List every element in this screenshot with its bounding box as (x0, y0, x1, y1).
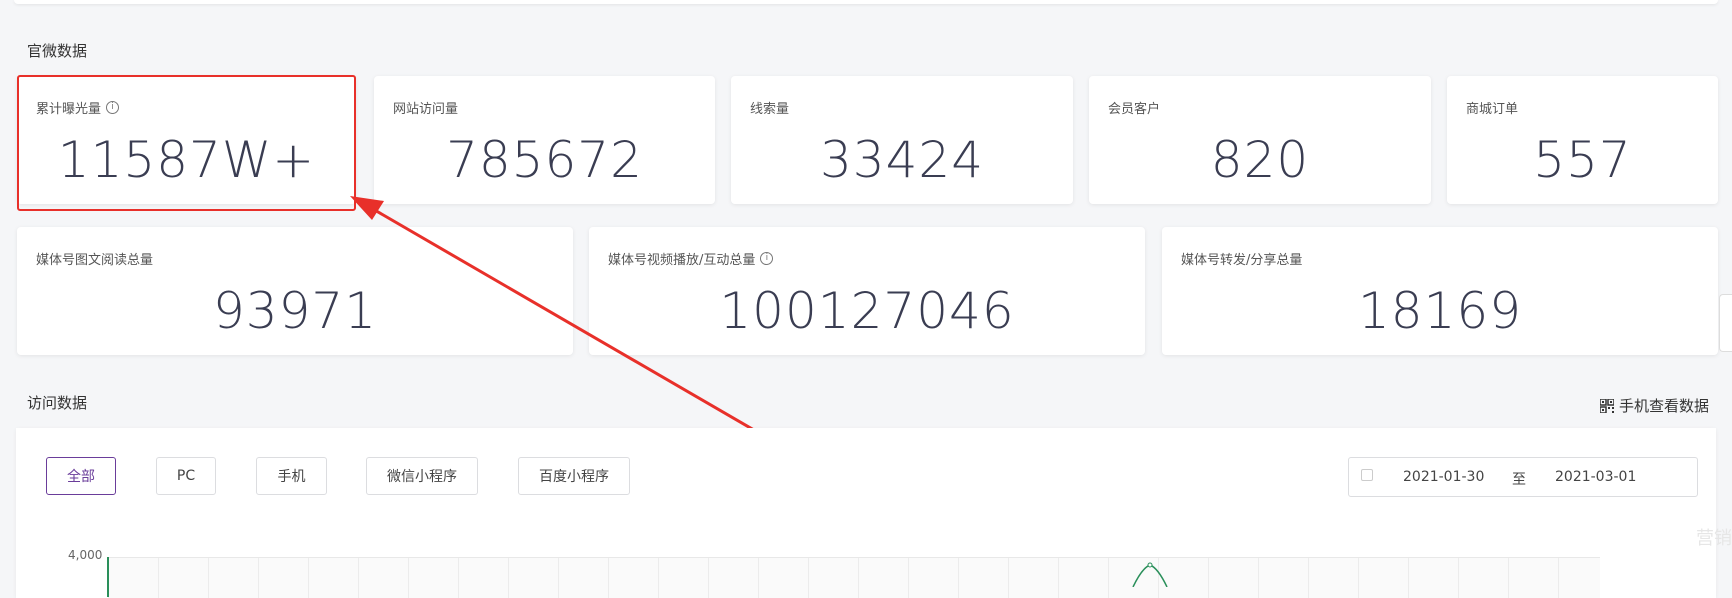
mobile-view-link[interactable]: 手机查看数据 (1599, 395, 1709, 416)
watermark-text: 营销 (1696, 528, 1732, 549)
filter-wechat-miniprogram-button[interactable]: 微信小程序 (366, 457, 478, 495)
date-separator: 至 (1512, 472, 1526, 488)
date-end-input[interactable]: 2021-03-01 (1555, 469, 1636, 485)
calendar-icon (1361, 469, 1373, 481)
visits-chart-grid (108, 557, 1600, 598)
mobile-view-label: 手机查看数据 (1618, 397, 1709, 415)
chart-series-line (1132, 562, 1168, 587)
date-range-picker[interactable]: 2021-01-30 至 2021-03-01 (1348, 457, 1698, 497)
filter-mobile-button[interactable]: 手机 (256, 457, 327, 495)
qr-code-icon (1599, 398, 1614, 413)
chart-y-tick-label: 4,000 (68, 548, 103, 562)
chart-y-axis-line (107, 557, 109, 597)
filter-pc-button[interactable]: PC (156, 457, 216, 495)
filter-all-button[interactable]: 全部 (46, 457, 116, 495)
date-start-input[interactable]: 2021-01-30 (1403, 469, 1484, 485)
section-title-visits: 访问数据 (27, 394, 88, 412)
filter-baidu-miniprogram-button[interactable]: 百度小程序 (518, 457, 630, 495)
